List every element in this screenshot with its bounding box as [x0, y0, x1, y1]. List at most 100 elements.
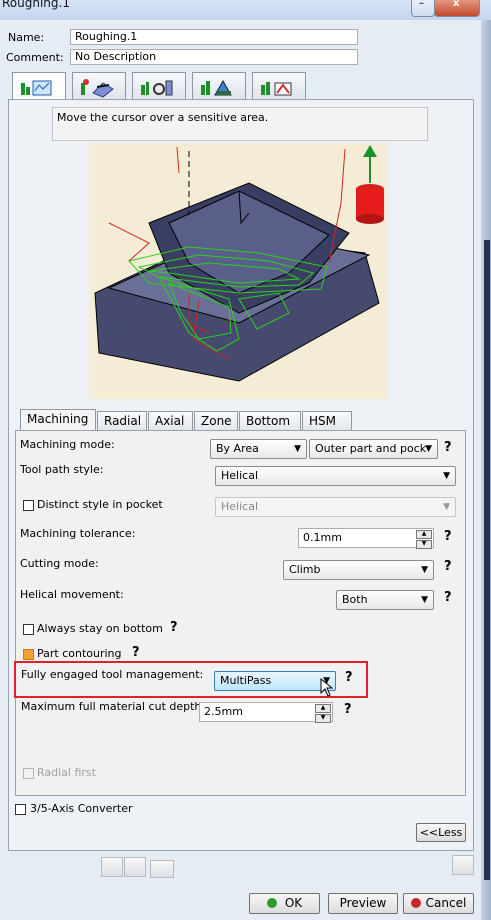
close-button[interactable]: x: [434, 0, 480, 17]
spin-up-icon[interactable]: ▲: [315, 704, 331, 713]
name-field[interactable]: Roughing.1: [70, 29, 358, 45]
machining-mode-zone-value: Outer part and pock: [315, 442, 427, 455]
machining-mode-value: By Area: [216, 442, 259, 455]
cutting-mode-value: Climb: [289, 563, 321, 576]
tab-tool[interactable]: [132, 72, 186, 100]
distinct-style-select[interactable]: Helical ▼: [215, 497, 456, 517]
less-button[interactable]: <<Less: [416, 823, 466, 842]
report-icon[interactable]: [452, 855, 474, 875]
minimize-icon: –: [419, 0, 424, 9]
part-toolpath-illustration: [94, 145, 384, 382]
chevron-down-icon: ▼: [425, 444, 432, 454]
help-icon[interactable]: ?: [444, 529, 452, 544]
distinct-style-checkbox[interactable]: [23, 500, 34, 511]
minimize-button[interactable]: –: [411, 0, 435, 17]
help-icon[interactable]: ?: [170, 620, 178, 635]
hint-text: Move the cursor over a sensitive area.: [57, 111, 269, 124]
axis-converter-checkbox[interactable]: [15, 804, 26, 815]
strategy-sensitive-image[interactable]: [89, 143, 387, 399]
radial-first-label: Radial first: [37, 766, 96, 779]
machining-tolerance-label: Machining tolerance:: [20, 527, 136, 540]
cancel-icon: [410, 898, 421, 908]
strategy-tab-icon: [21, 80, 52, 96]
helical-movement-label: Helical movement:: [20, 588, 124, 601]
machining-mode-zone-select[interactable]: Outer part and pock ▼: [309, 439, 438, 459]
spin-down-icon[interactable]: ▼: [416, 540, 432, 549]
part-contouring-checkbox[interactable]: [23, 649, 34, 660]
name-label: Name:: [8, 31, 45, 44]
tab-macros[interactable]: [252, 72, 306, 100]
tab-geometry[interactable]: [72, 72, 126, 100]
parameter-tabs: Machining Radial Axial Zone Bottom HSM: [16, 409, 466, 432]
tool-path-style-value: Helical: [221, 469, 258, 482]
macros-tab-icon: [261, 82, 292, 96]
part-contouring-label: Part contouring: [37, 647, 122, 660]
help-icon[interactable]: ?: [444, 590, 452, 605]
max-cut-depth-value: 2.5mm: [204, 705, 243, 718]
cutting-mode-label: Cutting mode:: [20, 557, 99, 570]
chevron-down-icon: ▼: [443, 471, 450, 481]
chevron-down-icon: ▼: [421, 595, 428, 605]
always-stay-on-bottom-checkbox[interactable]: [23, 624, 34, 635]
analyze-icon[interactable]: [150, 860, 174, 878]
ok-icon: [266, 898, 277, 908]
machining-tolerance-value: 0.1mm: [303, 531, 342, 544]
hint-box: Move the cursor over a sensitive area.: [52, 107, 428, 141]
tool-path-style-select[interactable]: Helical ▼: [215, 466, 456, 486]
cancel-label: Cancel: [425, 896, 467, 910]
radial-first-checkbox[interactable]: [23, 768, 34, 779]
distinct-style-value: Helical: [221, 500, 258, 513]
help-icon[interactable]: ?: [444, 440, 452, 455]
preview-button[interactable]: Preview: [328, 893, 398, 914]
fully-engaged-value: MultiPass: [220, 674, 272, 687]
tab-radial[interactable]: Radial: [97, 411, 147, 431]
help-icon[interactable]: ?: [344, 702, 352, 717]
tool-path-style-label: Tool path style:: [20, 463, 104, 476]
tab-hsm[interactable]: HSM: [302, 411, 352, 431]
cutting-mode-select[interactable]: Climb ▼: [283, 560, 434, 580]
tool-path-replay-icon[interactable]: [101, 857, 123, 877]
helical-movement-select[interactable]: Both ▼: [336, 590, 434, 610]
help-icon[interactable]: ?: [345, 670, 353, 685]
operation-icon-tabs: [8, 72, 473, 102]
ok-button[interactable]: OK: [249, 893, 320, 914]
help-icon[interactable]: ?: [132, 645, 140, 660]
max-cut-depth-label: Maximum full material cut depth:: [21, 700, 206, 713]
axis-converter-label: 3/5-Axis Converter: [30, 802, 133, 815]
tab-zone[interactable]: Zone: [194, 411, 238, 431]
title-bar: Roughing.1 – x: [0, 0, 491, 20]
fully-engaged-select[interactable]: MultiPass ▼: [214, 671, 336, 691]
always-stay-on-bottom-label: Always stay on bottom: [37, 622, 163, 635]
tab-strategy[interactable]: [12, 72, 66, 102]
window-title: Roughing.1: [2, 0, 70, 10]
tab-machining[interactable]: Machining: [20, 409, 96, 432]
machining-mode-select[interactable]: By Area ▼: [210, 439, 307, 459]
fully-engaged-label: Fully engaged tool management:: [21, 668, 204, 681]
tab-bottom[interactable]: Bottom: [239, 411, 301, 431]
chevron-down-icon: ▼: [443, 502, 450, 512]
machining-tolerance-input[interactable]: 0.1mm ▲ ▼: [298, 528, 434, 549]
tab-axial[interactable]: Axial: [148, 411, 193, 431]
cancel-button[interactable]: Cancel: [403, 893, 474, 914]
machining-mode-label: Machining mode:: [20, 438, 115, 451]
chevron-down-icon: ▼: [294, 444, 301, 454]
tool-tab-icon: [141, 80, 173, 96]
tolerance-spinner[interactable]: ▲ ▼: [416, 530, 432, 549]
comment-field[interactable]: No Description: [70, 49, 358, 65]
tab-feeds-speeds[interactable]: [192, 72, 246, 100]
geometry-tab-icon: [81, 79, 114, 98]
close-icon: x: [453, 0, 460, 9]
chevron-down-icon: ▼: [421, 565, 428, 575]
helical-movement-value: Both: [342, 593, 368, 606]
video-simulation-icon[interactable]: [124, 857, 146, 877]
mouse-cursor-icon: [320, 678, 334, 697]
max-cut-depth-input[interactable]: 2.5mm ▲ ▼: [199, 702, 333, 723]
feeds-speeds-tab-icon: [201, 79, 232, 96]
help-icon[interactable]: ?: [444, 559, 452, 574]
spin-up-icon[interactable]: ▲: [416, 530, 432, 539]
spin-down-icon[interactable]: ▼: [315, 714, 331, 723]
distinct-style-label: Distinct style in pocket: [37, 498, 163, 511]
ok-label: OK: [284, 896, 303, 910]
max-cut-spinner[interactable]: ▲ ▼: [315, 704, 331, 723]
background-scrollbar[interactable]: [484, 240, 490, 880]
